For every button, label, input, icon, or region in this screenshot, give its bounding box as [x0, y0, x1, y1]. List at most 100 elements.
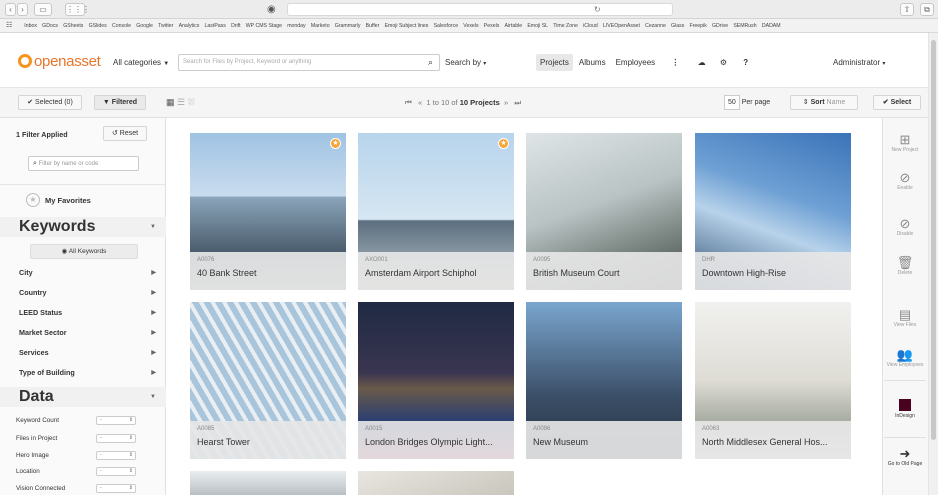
- keyword-filter-item[interactable]: Country ▶: [0, 286, 166, 300]
- back-button[interactable]: ‹: [5, 3, 16, 16]
- keywords-section-header[interactable]: Keywords ▼: [0, 217, 166, 237]
- bookmark-item[interactable]: SEMRush: [733, 19, 756, 32]
- tabs-overview-icon[interactable]: ⧉: [920, 3, 934, 16]
- project-thumbnail[interactable]: ★ A0076 40 Bank Street: [190, 133, 346, 290]
- privacy-icon[interactable]: ◉: [267, 3, 276, 16]
- bookmark-item[interactable]: WP CMS Stage: [246, 19, 282, 32]
- favorite-star-icon[interactable]: ★: [498, 138, 509, 149]
- reload-icon[interactable]: ↻: [594, 3, 601, 16]
- reset-button[interactable]: ↺ Reset: [103, 126, 147, 141]
- first-page-icon[interactable]: ⏮: [405, 98, 412, 107]
- prev-page-icon[interactable]: «: [418, 98, 422, 107]
- my-favorites-link[interactable]: My Favorites: [45, 196, 91, 205]
- bookmark-item[interactable]: Twitter: [158, 19, 173, 32]
- project-title[interactable]: Hearst Tower: [197, 437, 342, 447]
- keyword-filter-item[interactable]: Market Sector ▶: [0, 326, 166, 340]
- search-input[interactable]: Search for Files by Project, Keyword or …: [178, 54, 440, 71]
- rail-action-enable[interactable]: ⊘ Enable: [882, 170, 928, 191]
- category-select[interactable]: All categories ▼: [113, 54, 177, 71]
- address-bar[interactable]: [287, 3, 673, 16]
- bookmark-item[interactable]: Grammarly: [335, 19, 361, 32]
- bookmark-item[interactable]: Cezanne: [645, 19, 666, 32]
- data-filter-dropdown[interactable]: - ⇕: [96, 434, 136, 443]
- bookmark-item[interactable]: Emoji Subject lines: [385, 19, 429, 32]
- list-view-icon[interactable]: ☰: [177, 97, 185, 107]
- rail-action-arrow-right[interactable]: ➜ Go to Old Page: [882, 446, 928, 467]
- bookmark-item[interactable]: Time Zone: [553, 19, 578, 32]
- bookmark-item[interactable]: monday: [287, 19, 305, 32]
- bookmark-item[interactable]: Freepik: [689, 19, 706, 32]
- rail-action-indesign[interactable]: InDesign: [882, 399, 928, 419]
- tab-albums[interactable]: Albums: [575, 54, 610, 71]
- project-title[interactable]: North Middlesex General Hos...: [702, 437, 847, 447]
- data-filter-dropdown[interactable]: - ⇕: [96, 451, 136, 460]
- bookmark-item[interactable]: iCloud: [583, 19, 598, 32]
- bookmark-item[interactable]: Inbox: [24, 19, 37, 32]
- bookmark-item[interactable]: LIVEOpenAsset: [603, 19, 640, 32]
- grid-view-icon[interactable]: ▦: [166, 97, 175, 107]
- all-keywords-button[interactable]: ◉ All Keywords: [30, 244, 138, 259]
- forward-button[interactable]: ›: [17, 3, 28, 16]
- project-tile[interactable]: ★ AXO001 Amsterdam Airport Schiphol: [358, 133, 514, 290]
- sort-button[interactable]: ⇕ Sort Name: [790, 95, 858, 110]
- share-icon[interactable]: ⇧: [900, 3, 914, 16]
- bookmark-item[interactable]: Pexels: [484, 19, 500, 32]
- openasset-logo[interactable]: openasset: [18, 53, 101, 70]
- project-thumbnail-partial[interactable]: [358, 471, 514, 495]
- project-thumbnail[interactable]: A0096 New Museum: [526, 302, 682, 459]
- bookmark-item[interactable]: GSlides: [89, 19, 107, 32]
- project-title[interactable]: British Museum Court: [533, 268, 678, 278]
- bookmark-item[interactable]: GDrive: [712, 19, 728, 32]
- bookmark-item[interactable]: Emoji SL: [527, 19, 548, 32]
- map-view-icon[interactable]: ⛆: [188, 97, 195, 107]
- data-filter-dropdown[interactable]: - ⇕: [96, 484, 136, 493]
- keyword-filter-item[interactable]: Services ▶: [0, 346, 166, 360]
- bookmark-item[interactable]: Airtable: [505, 19, 523, 32]
- rail-action-file[interactable]: ▤ View Files: [882, 307, 928, 328]
- data-filter-dropdown[interactable]: - ⇕: [96, 416, 136, 425]
- tab-employees[interactable]: Employees: [612, 54, 660, 71]
- project-title[interactable]: Amsterdam Airport Schiphol: [365, 268, 510, 278]
- more-vertical-icon[interactable]: ⋮: [667, 54, 683, 71]
- select-button[interactable]: ✔ Select: [873, 95, 921, 110]
- rail-action-people[interactable]: 👥 View Employees: [882, 347, 928, 368]
- rail-action-disable[interactable]: ⊘ Disable: [882, 216, 928, 237]
- last-page-icon[interactable]: ⏭: [514, 98, 521, 107]
- bookmark-item[interactable]: GDocs: [42, 19, 58, 32]
- bookmark-item[interactable]: GSheets: [63, 19, 83, 32]
- gear-icon[interactable]: ⚙: [716, 54, 731, 71]
- bookmark-item[interactable]: Google: [136, 19, 153, 32]
- project-thumbnail[interactable]: DHR Downtown High-Rise: [695, 133, 851, 290]
- bookmark-item[interactable]: Vexels: [463, 19, 478, 32]
- user-menu[interactable]: Administrator ▾: [833, 54, 885, 73]
- upload-cloud-icon[interactable]: ☁: [694, 54, 710, 71]
- keyword-filter-item[interactable]: Type of Building ▶: [0, 366, 166, 380]
- help-icon[interactable]: ?: [739, 54, 752, 71]
- filtered-button[interactable]: ▼ Filtered: [94, 95, 146, 110]
- search-icon[interactable]: ⌕: [428, 55, 433, 70]
- bookmark-item[interactable]: Console: [112, 19, 131, 32]
- data-filter-dropdown[interactable]: - ⇕: [96, 467, 136, 476]
- project-tile[interactable]: A0095 British Museum Court: [526, 133, 682, 290]
- search-by-dropdown[interactable]: Search by ▾: [445, 54, 486, 71]
- project-tile[interactable]: A0063 North Middlesex General Hos...: [695, 302, 851, 459]
- favorite-star-icon[interactable]: ★: [330, 138, 341, 149]
- project-title[interactable]: 40 Bank Street: [197, 268, 342, 278]
- project-tile[interactable]: A0096 New Museum: [526, 302, 682, 459]
- filter-name-input[interactable]: ⌕ Filter by name or code: [28, 156, 139, 171]
- keyword-filter-item[interactable]: LEED Status ▶: [0, 306, 166, 320]
- bookmark-item[interactable]: Drift: [231, 19, 241, 32]
- project-title[interactable]: London Bridges Olympic Light...: [365, 437, 510, 447]
- project-title[interactable]: New Museum: [533, 437, 678, 447]
- grid-tabs-icon[interactable]: ⋮⋮⋮: [65, 3, 90, 16]
- project-title[interactable]: Downtown High-Rise: [702, 268, 847, 278]
- project-thumbnail[interactable]: A0085 Hearst Tower: [190, 302, 346, 459]
- next-page-icon[interactable]: »: [504, 98, 508, 107]
- project-thumbnail[interactable]: A0015 London Bridges Olympic Light...: [358, 302, 514, 459]
- rail-action-trash[interactable]: 🗑 Delete: [882, 255, 928, 276]
- keyword-filter-item[interactable]: City ▶: [0, 266, 166, 280]
- bookmark-item[interactable]: Analytics: [179, 19, 200, 32]
- bookmark-item[interactable]: Salesforce: [434, 19, 459, 32]
- project-tile[interactable]: DHR Downtown High-Rise: [695, 133, 851, 290]
- project-thumbnail-partial[interactable]: [190, 471, 346, 495]
